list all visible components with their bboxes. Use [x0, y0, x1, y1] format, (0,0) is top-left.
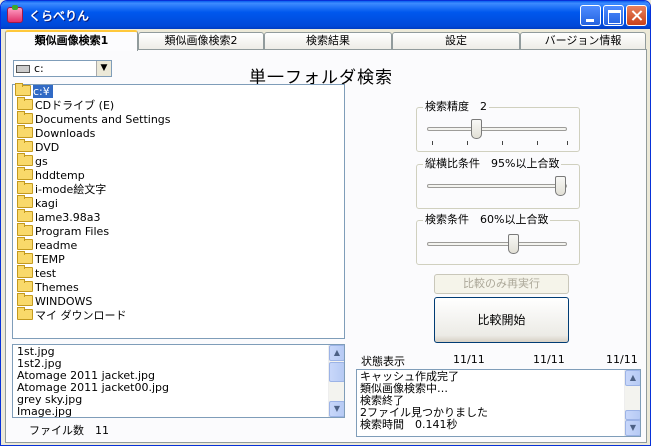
folder-icon	[17, 307, 33, 320]
precision-slider-track[interactable]	[427, 127, 567, 131]
scroll-thumb[interactable]	[329, 362, 344, 382]
log-line: 検索時間 0.141秒	[360, 418, 458, 431]
folder-icon	[17, 139, 33, 152]
aspect-ratio-group: 縦横比条件 95%以上合致	[416, 158, 580, 209]
match-condition-slider-thumb[interactable]	[508, 234, 519, 254]
tree-item[interactable]: マイ ダウンロード	[17, 307, 127, 323]
precision-label: 検索精度 2	[423, 100, 489, 113]
aspect-ratio-slider-thumb[interactable]	[555, 176, 566, 196]
folder-icon	[17, 111, 33, 124]
file-list[interactable]: 1st.jpg 1st2.jpg Atomage 2011 jacket.jpg…	[12, 344, 345, 418]
rerun-compare-button[interactable]: 比較のみ再実行	[434, 274, 569, 294]
folder-icon	[17, 195, 33, 208]
scroll-up-icon[interactable]: ▲	[329, 345, 344, 361]
window-title: くらべりん	[29, 9, 90, 23]
folder-tree[interactable]: c:¥ CDドライブ (E) Documents and Settings Do…	[12, 83, 345, 339]
folder-icon	[17, 125, 33, 138]
precision-group: 検索精度 2	[416, 101, 580, 152]
tab-settings[interactable]: 設定	[392, 32, 520, 50]
status-log[interactable]: キャッシュ作成完了 類似画像検索中… 検索終了 2ファイル見つかりました 検索時…	[356, 369, 641, 437]
scroll-down-icon[interactable]: ▼	[329, 401, 344, 417]
folder-icon	[17, 97, 33, 110]
status-count: 11/11	[606, 353, 638, 366]
scroll-thumb[interactable]	[625, 410, 640, 420]
list-item[interactable]: Image.jpg	[17, 406, 72, 418]
file-list-scrollbar[interactable]: ▲ ▼	[328, 345, 344, 417]
start-compare-button[interactable]: 比較開始	[434, 297, 569, 343]
folder-icon	[17, 251, 33, 264]
folder-icon	[17, 167, 33, 180]
folder-icon	[17, 223, 33, 236]
app-window: くらべりん 類似画像検索1 類似画像検索2 検索結果 設定 バージョン情報 c:…	[0, 0, 651, 446]
file-count: ファイル数 11	[29, 424, 109, 437]
tree-item[interactable]: WINDOWS	[17, 293, 92, 309]
status-count: 11/11	[453, 353, 485, 366]
tree-item[interactable]: readme	[17, 237, 77, 253]
aspect-ratio-label: 縦横比条件 95%以上合致	[423, 157, 562, 170]
title-bar[interactable]: くらべりん	[1, 1, 650, 29]
drive-value: c:	[34, 62, 44, 75]
folder-icon	[17, 293, 33, 306]
folder-icon	[17, 237, 33, 250]
status-log-scrollbar[interactable]: ▲ ▼	[624, 370, 640, 436]
scroll-down-icon[interactable]: ▼	[625, 420, 640, 436]
precision-slider-thumb[interactable]	[471, 119, 482, 139]
tree-item[interactable]: CDドライブ (E)	[17, 97, 114, 113]
match-condition-label: 検索条件 60%以上合致	[423, 213, 551, 226]
tab-similar-search-2[interactable]: 類似画像検索2	[138, 32, 264, 50]
folder-icon	[17, 279, 33, 292]
maximize-button[interactable]	[603, 5, 624, 26]
open-folder-icon	[15, 83, 31, 96]
tree-item[interactable]: Documents and Settings	[17, 111, 171, 127]
folder-icon	[17, 265, 33, 278]
folder-icon	[17, 181, 33, 194]
aspect-ratio-slider-track[interactable]	[427, 184, 567, 188]
match-condition-slider-track[interactable]	[427, 242, 567, 246]
status-count: 11/11	[533, 353, 565, 366]
folder-icon	[17, 209, 33, 222]
tab-similar-search-1[interactable]: 類似画像検索1	[5, 30, 138, 51]
tree-item[interactable]: hddtemp	[17, 167, 85, 183]
drive-select[interactable]: c: ▼	[13, 60, 112, 77]
status-label: 状態表示	[361, 355, 405, 368]
tree-item[interactable]: i-mode絵文字	[17, 181, 106, 197]
drive-icon	[16, 65, 30, 73]
tree-item[interactable]: lame3.98a3	[17, 209, 101, 225]
tree-item[interactable]: Downloads	[17, 125, 95, 141]
tab-strip: 類似画像検索1 類似画像検索2 検索結果 設定 バージョン情報	[5, 30, 647, 51]
match-condition-group: 検索条件 60%以上合致	[416, 214, 580, 265]
tree-item[interactable]: Themes	[17, 279, 79, 295]
tab-version-info[interactable]: バージョン情報	[520, 32, 646, 50]
close-button[interactable]	[626, 5, 647, 26]
scroll-up-icon[interactable]: ▲	[625, 370, 640, 386]
chevron-down-icon[interactable]: ▼	[96, 61, 111, 76]
folder-icon	[17, 153, 33, 166]
app-icon	[7, 5, 23, 23]
tab-results[interactable]: 検索結果	[264, 32, 392, 50]
minimize-button[interactable]	[580, 5, 601, 26]
tree-item[interactable]: Program Files	[17, 223, 109, 239]
